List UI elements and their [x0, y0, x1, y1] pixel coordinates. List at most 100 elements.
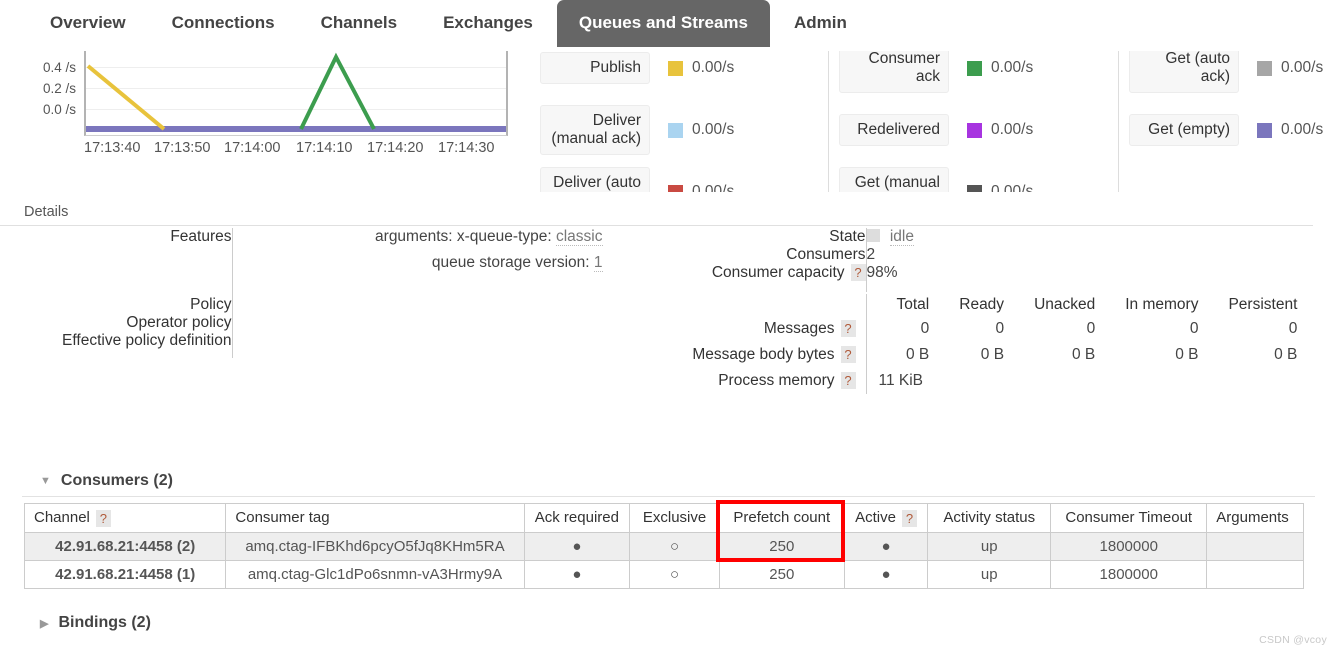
col-header-prefetch-count[interactable]: Prefetch count [718, 503, 845, 533]
bindings-section: ▶ Bindings (2) [22, 608, 1315, 638]
cell-exclusive: ○ [629, 559, 720, 589]
legend-label-publish[interactable]: Publish [540, 52, 650, 84]
body-bytes-persistent: 0 B [1274, 346, 1298, 363]
legend-value-consumer-ack: 0.00/s [967, 59, 1033, 77]
help-icon-process-memory[interactable]: ? [840, 372, 856, 390]
series-consumer-ack [299, 52, 376, 130]
nav-tab-overview[interactable]: Overview [28, 0, 148, 44]
main-navigation: Overview Connections Channels Exchanges … [0, 0, 1337, 51]
messages-unacked: 0 [1086, 320, 1096, 337]
details-label-operator-policy: Operator policy [126, 314, 232, 331]
cell-arguments [1206, 531, 1304, 561]
nav-tab-exchanges[interactable]: Exchanges [421, 0, 555, 44]
message-rates-panel: 0.6 /s 0.4 /s 0.2 /s 0.0 /s [0, 40, 1337, 192]
col-header-channel[interactable]: Channel? [23, 503, 227, 533]
color-swatch-redelivered [967, 122, 982, 138]
color-swatch-get-empty [1257, 122, 1272, 138]
messages-grid-row-process-memory: Process memory? 11 KiB [660, 368, 1297, 394]
details-label-process-memory: Process memory [718, 372, 835, 389]
watermark-text: CSDN @vcoy [1259, 634, 1327, 646]
cell-exclusive: ○ [629, 531, 720, 561]
triangle-down-icon: ▼ [40, 475, 51, 487]
messages-persistent: 0 [1288, 320, 1298, 337]
nav-tab-admin[interactable]: Admin [772, 0, 869, 44]
chart-series-svg [86, 52, 506, 132]
consumers-table-header-row: Channel? Consumer tag Ack required Exclu… [23, 503, 1304, 533]
cell-prefetch-count: 250 [718, 531, 845, 561]
details-row-features: Features arguments: x-queue-type: classi… [0, 228, 652, 272]
cell-arguments [1206, 559, 1304, 589]
help-icon-message-body-bytes[interactable]: ? [840, 346, 856, 364]
bindings-section-toggle[interactable]: ▶ Bindings (2) [22, 608, 1315, 638]
x-tick-2: 17:14:00 [224, 140, 281, 156]
help-icon-consumer-capacity[interactable]: ? [850, 264, 866, 282]
nav-tab-channels[interactable]: Channels [299, 0, 420, 44]
legend-label-deliver-manual-ack[interactable]: Deliver (manual ack) [540, 105, 650, 155]
color-swatch-deliver-auto-ack [668, 184, 683, 192]
details-label-messages: Messages [763, 320, 835, 337]
help-icon-messages[interactable]: ? [840, 320, 856, 338]
legend-rate-deliver-manual-ack: 0.00/s [692, 121, 735, 138]
col-header-ack-required[interactable]: Ack required [523, 503, 631, 533]
chart-plot-area [84, 46, 508, 136]
body-bytes-unacked: 0 B [1071, 346, 1096, 363]
legend-item-redelivered: Redelivered 0.00/s [839, 102, 1118, 158]
body-bytes-total: 0 B [905, 346, 930, 363]
nav-tab-queues-and-streams[interactable]: Queues and Streams [556, 0, 770, 47]
legend-rate-get-auto-ack: 0.00/s [1281, 59, 1324, 76]
legend-label-get-empty[interactable]: Get (empty) [1129, 114, 1239, 146]
table-row[interactable]: 42.91.68.21:4458 (1) amq.ctag-Glc1dPo6sn… [23, 559, 1304, 589]
col-header-consumer-tag[interactable]: Consumer tag [225, 503, 525, 533]
legend-value-publish: 0.00/s [668, 59, 734, 77]
details-label-consumer-capacity: Consumer capacity [711, 264, 845, 281]
details-row-state: State idle [660, 228, 914, 246]
cell-consumer-timeout: 1800000 [1050, 531, 1208, 561]
col-header-activity-status[interactable]: Activity status [927, 503, 1052, 533]
col-header-exclusive[interactable]: Exclusive [629, 503, 720, 533]
x-tick-3: 17:14:10 [296, 140, 353, 156]
details-label-effective-policy: Effective policy definition [62, 332, 232, 349]
col-header-arguments[interactable]: Arguments [1206, 503, 1304, 533]
table-row[interactable]: 42.91.68.21:4458 (2) amq.ctag-IFBKhd6pcy… [23, 531, 1304, 561]
messages-header-in-memory: In memory [1125, 296, 1199, 313]
col-header-active-label: Active [855, 509, 896, 526]
details-label-state: State [829, 228, 866, 245]
legend-label-get-manual-ack[interactable]: Get (manual ack) [839, 167, 949, 192]
details-value-consumer-capacity: 98% [866, 264, 898, 281]
legend-item-deliver-manual-ack: Deliver (manual ack) 0.00/s [540, 102, 840, 158]
bindings-section-title: Bindings (2) [58, 614, 151, 631]
cell-activity-status: up [927, 531, 1052, 561]
legend-column-consumer-ack: Consumer ack 0.00/s Redelivered 0.00/s G… [828, 40, 1118, 192]
x-tick-5: 17:14:30 [438, 140, 495, 156]
color-swatch-deliver-manual-ack [668, 122, 683, 138]
cell-channel[interactable]: 42.91.68.21:4458 (2) [23, 531, 227, 561]
details-left-table: Features arguments: x-queue-type: classi… [0, 228, 652, 358]
details-label-message-body-bytes: Message body bytes [692, 346, 835, 363]
legend-value-deliver-auto-ack: 0.00/s [668, 183, 734, 192]
cell-channel[interactable]: 42.91.68.21:4458 (1) [23, 559, 227, 589]
y-tick-2: 0.2 /s [42, 81, 76, 96]
col-header-active[interactable]: Active? [843, 503, 929, 533]
consumers-section-title: Consumers (2) [60, 472, 173, 489]
legend-value-get-manual-ack: 0.00/s [967, 183, 1033, 192]
y-tick-3: 0.0 /s [42, 102, 76, 117]
details-row-effective-policy: Effective policy definition [0, 332, 652, 358]
page-root: Overview Connections Channels Exchanges … [0, 0, 1337, 652]
help-icon-active[interactable]: ? [901, 509, 917, 527]
help-icon-channel[interactable]: ? [95, 509, 111, 527]
legend-label-deliver-auto-ack[interactable]: Deliver (auto ack) [540, 167, 650, 192]
process-memory-value: 11 KiB [878, 372, 924, 389]
col-header-consumer-timeout[interactable]: Consumer Timeout [1050, 503, 1208, 533]
legend-label-redelivered[interactable]: Redelivered [839, 114, 949, 146]
nav-tab-connections[interactable]: Connections [150, 0, 297, 44]
messages-ready: 0 [995, 320, 1005, 337]
x-tick-1: 17:13:50 [154, 140, 211, 156]
details-value-state: idle [889, 228, 914, 246]
details-value-consumers: 2 [866, 246, 876, 263]
chart-x-axis: 17:13:40 17:13:50 17:14:00 17:14:10 17:1… [84, 140, 514, 160]
chart-y-axis: 0.6 /s 0.4 /s 0.2 /s 0.0 /s [18, 40, 80, 140]
color-swatch-publish [668, 60, 683, 76]
consumers-section-toggle[interactable]: ▼ Consumers (2) [22, 466, 1315, 497]
details-label-features: Features [170, 228, 232, 245]
details-row-policy: Policy [0, 272, 652, 314]
